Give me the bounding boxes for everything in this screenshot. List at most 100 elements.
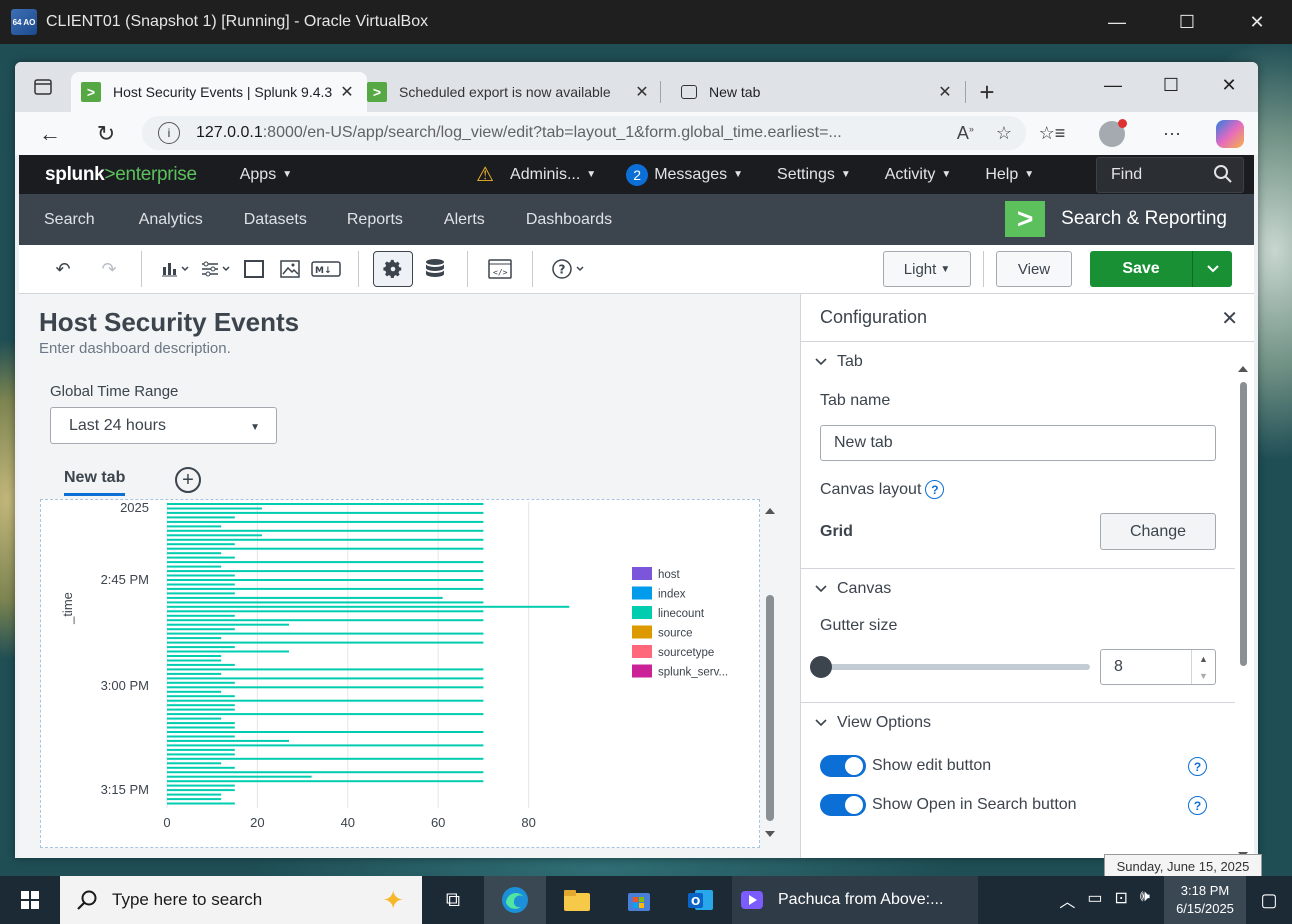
file-explorer-icon[interactable] bbox=[546, 876, 608, 924]
vbox-maximize-button[interactable]: ☐ bbox=[1152, 0, 1222, 44]
settings-menu[interactable]: Settings ▼ bbox=[777, 166, 851, 184]
help-icon[interactable]: ? bbox=[1188, 757, 1207, 776]
bar bbox=[167, 610, 484, 613]
favorites-icon[interactable]: ☆≡ bbox=[1022, 123, 1082, 144]
activity-menu[interactable]: Activity ▼ bbox=[885, 166, 952, 184]
messages-menu[interactable]: 2 Messages ▼ bbox=[626, 163, 743, 186]
theme-dropdown[interactable]: Light ▼ bbox=[883, 251, 971, 287]
undo-icon[interactable]: ↶ bbox=[45, 251, 81, 287]
save-button[interactable]: Save bbox=[1090, 251, 1192, 287]
profile-avatar[interactable] bbox=[1099, 118, 1127, 147]
taskbar-clock[interactable]: 3:18 PM 6/15/2025 bbox=[1164, 876, 1246, 924]
network-icon[interactable]: ⊡ bbox=[1115, 888, 1128, 912]
help-dropdown-icon[interactable]: ? bbox=[547, 251, 591, 287]
taskbar-app-pachuca[interactable]: Pachuca from Above:... bbox=[732, 876, 978, 924]
add-input-icon[interactable] bbox=[196, 251, 236, 287]
bar bbox=[167, 623, 289, 626]
save-options-button[interactable] bbox=[1192, 251, 1232, 287]
search-icon[interactable] bbox=[1213, 164, 1233, 189]
tab-actions-button[interactable] bbox=[15, 62, 71, 112]
close-icon[interactable]: ✕ bbox=[1221, 306, 1238, 331]
edge-browser-icon[interactable] bbox=[484, 876, 546, 924]
start-button[interactable] bbox=[0, 876, 60, 924]
bar bbox=[167, 726, 235, 729]
chevron-up-icon[interactable]: ︿ bbox=[1059, 888, 1075, 912]
section-canvas-header[interactable]: Canvas bbox=[801, 571, 1254, 607]
data-sources-icon[interactable] bbox=[417, 251, 453, 287]
tab-close-icon[interactable]: ✕ bbox=[337, 82, 357, 102]
url-bar[interactable]: i 127.0.0.1:8000/en-US/app/search/log_vi… bbox=[142, 116, 1026, 150]
change-layout-button[interactable]: Change bbox=[1100, 513, 1216, 550]
view-button[interactable]: View bbox=[996, 251, 1072, 287]
dashboard-description[interactable]: Enter dashboard description. bbox=[39, 340, 231, 357]
help-icon[interactable]: ? bbox=[1188, 796, 1207, 815]
browser-minimize-button[interactable]: — bbox=[1084, 62, 1142, 108]
nav-dashboards[interactable]: Dashboards bbox=[526, 211, 612, 229]
add-image-icon[interactable] bbox=[272, 251, 308, 287]
task-view-icon[interactable]: ⧉ bbox=[422, 876, 484, 924]
find-input[interactable]: Find bbox=[1096, 157, 1244, 193]
vbox-minimize-button[interactable]: — bbox=[1082, 0, 1152, 44]
browser-maximize-button[interactable]: ☐ bbox=[1142, 62, 1200, 108]
taskbar-search-box[interactable]: Type here to search ✦ bbox=[60, 876, 422, 924]
increment-icon[interactable]: ▲ bbox=[1199, 654, 1208, 664]
notifications-icon[interactable]: ▢ bbox=[1246, 890, 1292, 911]
vbox-close-button[interactable]: ✕ bbox=[1222, 0, 1292, 44]
nav-alerts[interactable]: Alerts bbox=[444, 211, 485, 229]
browser-tab-scheduled-export[interactable]: > Scheduled export is now available ✕ bbox=[367, 72, 671, 112]
help-icon[interactable]: ? bbox=[925, 480, 945, 499]
show-open-search-toggle[interactable] bbox=[820, 794, 866, 816]
tab-close-icon[interactable]: ✕ bbox=[935, 82, 955, 102]
config-scrollbar[interactable] bbox=[1238, 356, 1248, 856]
add-chart-icon[interactable] bbox=[156, 251, 196, 287]
show-edit-toggle[interactable] bbox=[820, 755, 866, 777]
x-tick-label: 60 bbox=[431, 815, 445, 830]
reload-button[interactable]: ↻ bbox=[81, 116, 131, 152]
bar bbox=[167, 793, 222, 796]
microsoft-store-icon[interactable] bbox=[608, 876, 670, 924]
more-menu-icon[interactable]: ··· bbox=[1142, 123, 1202, 144]
dashboard-title[interactable]: Host Security Events bbox=[39, 307, 299, 338]
section-tab-header[interactable]: Tab bbox=[801, 344, 1254, 380]
help-menu[interactable]: Help ▼ bbox=[985, 166, 1034, 184]
nav-reports[interactable]: Reports bbox=[347, 211, 403, 229]
add-shape-icon[interactable] bbox=[236, 251, 272, 287]
nav-datasets[interactable]: Datasets bbox=[244, 211, 307, 229]
time-range-select[interactable]: Last 24 hours ▼ bbox=[50, 407, 277, 444]
y-tick-label: 3:00 PM bbox=[101, 678, 149, 693]
volume-icon[interactable]: 🕪 bbox=[1140, 888, 1150, 912]
outlook-icon[interactable]: O bbox=[670, 876, 732, 924]
gear-icon[interactable] bbox=[373, 251, 413, 287]
chart-scrollbar[interactable] bbox=[762, 499, 778, 848]
gutter-size-slider[interactable] bbox=[810, 656, 1090, 678]
site-info-icon[interactable]: i bbox=[158, 122, 180, 144]
app-title[interactable]: > Search & Reporting bbox=[1005, 201, 1227, 237]
browser-close-button[interactable]: ✕ bbox=[1200, 62, 1258, 108]
nav-search[interactable]: Search bbox=[44, 211, 95, 229]
nav-analytics[interactable]: Analytics bbox=[139, 211, 203, 229]
splunk-logo[interactable]: splunk>enterprise bbox=[45, 164, 197, 186]
battery-icon[interactable]: ▭ bbox=[1087, 888, 1102, 912]
apps-menu[interactable]: Apps ▼ bbox=[240, 166, 292, 184]
section-view-options-header[interactable]: View Options bbox=[801, 705, 1254, 741]
warning-icon[interactable]: ⚠ bbox=[476, 162, 494, 187]
browser-tab-host-security-events[interactable]: > Host Security Events | Splunk 9.4.3 ✕ bbox=[71, 72, 367, 112]
slider-handle[interactable] bbox=[810, 656, 832, 678]
favorite-star-icon[interactable]: ☆ bbox=[996, 123, 1012, 144]
add-tab-icon[interactable]: + bbox=[175, 467, 201, 493]
tab-name-input[interactable]: New tab bbox=[820, 425, 1216, 461]
new-tab-button[interactable]: + bbox=[966, 72, 1008, 112]
read-aloud-icon[interactable]: A» bbox=[957, 123, 974, 144]
redo-icon[interactable]: ↷ bbox=[91, 251, 127, 287]
tab-close-icon[interactable]: ✕ bbox=[632, 82, 652, 102]
back-button[interactable]: ← bbox=[25, 116, 75, 152]
source-code-icon[interactable]: </> bbox=[482, 251, 518, 287]
add-markdown-icon[interactable]: M↓ bbox=[308, 251, 344, 287]
decrement-icon[interactable]: ▼ bbox=[1199, 671, 1208, 681]
bar-chart-panel[interactable]: 0 20 40 60 80 _time 2025 2:45 PM 3:00 PM 3:15 PM h… bbox=[40, 499, 760, 848]
copilot-icon[interactable] bbox=[1216, 119, 1244, 148]
browser-tab-new-tab[interactable]: New tab ✕ bbox=[671, 72, 965, 112]
dashboard-tab-new-tab[interactable]: New tab bbox=[64, 469, 126, 496]
gutter-size-stepper[interactable]: 8 ▲ ▼ bbox=[1100, 649, 1216, 685]
admin-menu[interactable]: Adminis... ▼ bbox=[510, 166, 596, 184]
